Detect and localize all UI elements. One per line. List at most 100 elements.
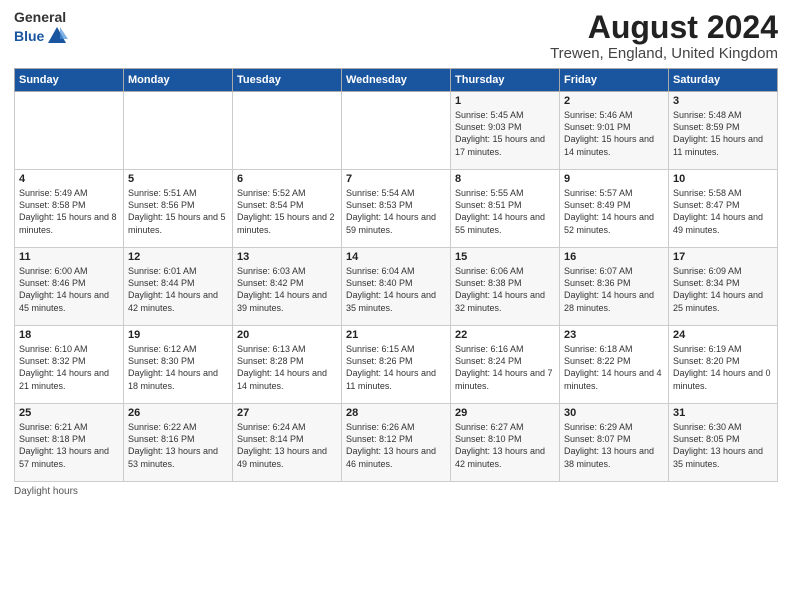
footer-note: Daylight hours [14, 486, 778, 497]
calendar-cell: 17Sunrise: 6:09 AM Sunset: 8:34 PM Dayli… [669, 248, 778, 326]
day-number: 11 [19, 251, 119, 263]
day-number: 6 [237, 173, 337, 185]
calendar-day-header: Tuesday [233, 69, 342, 92]
day-content: Sunrise: 6:13 AM Sunset: 8:28 PM Dayligh… [237, 343, 337, 392]
calendar-cell: 26 Sunrise: 6:22 AM Sunset: 8:16 PM Dayli… [124, 404, 233, 482]
day-number: 7 [346, 173, 446, 185]
day-number: 1 [455, 95, 555, 107]
day-number: 24 [673, 329, 773, 341]
calendar-week-row: 1Sunrise: 5:45 AM Sunset: 9:03 PM Daylig… [15, 92, 778, 170]
day-number: 5 [128, 173, 228, 185]
calendar-day-header: Friday [560, 69, 669, 92]
calendar-week-row: 4Sunrise: 5:49 AM Sunset: 8:58 PM Daylig… [15, 170, 778, 248]
day-content: Sunrise: 6:07 AM Sunset: 8:36 PM Dayligh… [564, 265, 664, 314]
day-content: Sunrise: 5:51 AM Sunset: 8:56 PM Dayligh… [128, 187, 228, 236]
calendar-cell: 13 Sunrise: 6:03 AM Sunset: 8:42 PM Dayli… [233, 248, 342, 326]
calendar-cell: 28 Sunrise: 6:26 AM Sunset: 8:12 PM Dayli… [342, 404, 451, 482]
day-number: 31 [673, 407, 773, 419]
day-number: 13 [237, 251, 337, 263]
calendar-week-row: 25 Sunrise: 6:21 AM Sunset: 8:18 PM Dayli… [15, 404, 778, 482]
calendar-cell: 29Sunrise: 6:27 AM Sunset: 8:10 PM Dayli… [451, 404, 560, 482]
day-number: 12 [128, 251, 228, 263]
calendar-cell: 4Sunrise: 5:49 AM Sunset: 8:58 PM Daylig… [15, 170, 124, 248]
calendar-cell: 15 Sunrise: 6:06 AM Sunset: 8:38 PM Dayli… [451, 248, 560, 326]
day-content: Sunrise: 6:00 AM Sunset: 8:46 PM Dayligh… [19, 265, 119, 314]
main-title: August 2024 [550, 10, 778, 45]
day-number: 15 [455, 251, 555, 263]
calendar-cell: 5 Sunrise: 5:51 AM Sunset: 8:56 PM Daylig… [124, 170, 233, 248]
day-content: Sunrise: 6:09 AM Sunset: 8:34 PM Dayligh… [673, 265, 773, 314]
day-number: 25 [19, 407, 119, 419]
title-block: August 2024 Trewen, England, United King… [550, 10, 778, 62]
day-content: Sunrise: 6:21 AM Sunset: 8:18 PM Dayligh… [19, 421, 119, 470]
day-number: 8 [455, 173, 555, 185]
calendar-week-row: 11 Sunrise: 6:00 AM Sunset: 8:46 PM Dayli… [15, 248, 778, 326]
day-content: Sunrise: 6:26 AM Sunset: 8:12 PM Dayligh… [346, 421, 446, 470]
calendar-body: 1Sunrise: 5:45 AM Sunset: 9:03 PM Daylig… [15, 92, 778, 482]
day-number: 10 [673, 173, 773, 185]
calendar-cell: 11 Sunrise: 6:00 AM Sunset: 8:46 PM Dayli… [15, 248, 124, 326]
day-content: Sunrise: 6:29 AM Sunset: 8:07 PM Dayligh… [564, 421, 664, 470]
day-number: 28 [346, 407, 446, 419]
calendar-cell: 22Sunrise: 6:16 AM Sunset: 8:24 PM Dayli… [451, 326, 560, 404]
calendar-cell: 6Sunrise: 5:52 AM Sunset: 8:54 PM Daylig… [233, 170, 342, 248]
day-number: 21 [346, 329, 446, 341]
calendar-cell: 8 Sunrise: 5:55 AM Sunset: 8:51 PM Daylig… [451, 170, 560, 248]
calendar-header-row: SundayMondayTuesdayWednesdayThursdayFrid… [15, 69, 778, 92]
calendar-cell: 20Sunrise: 6:13 AM Sunset: 8:28 PM Dayli… [233, 326, 342, 404]
day-content: Sunrise: 5:54 AM Sunset: 8:53 PM Dayligh… [346, 187, 446, 236]
calendar-cell [124, 92, 233, 170]
day-content: Sunrise: 6:03 AM Sunset: 8:42 PM Dayligh… [237, 265, 337, 314]
calendar-cell: 18Sunrise: 6:10 AM Sunset: 8:32 PM Dayli… [15, 326, 124, 404]
calendar-cell [15, 92, 124, 170]
day-content: Sunrise: 6:01 AM Sunset: 8:44 PM Dayligh… [128, 265, 228, 314]
day-content: Sunrise: 6:18 AM Sunset: 8:22 PM Dayligh… [564, 343, 664, 392]
header: General Blue August 2024 Trewen, England… [14, 10, 778, 62]
day-number: 4 [19, 173, 119, 185]
calendar-cell: 27Sunrise: 6:24 AM Sunset: 8:14 PM Dayli… [233, 404, 342, 482]
day-number: 9 [564, 173, 664, 185]
day-number: 18 [19, 329, 119, 341]
day-number: 30 [564, 407, 664, 419]
calendar-cell: 1Sunrise: 5:45 AM Sunset: 9:03 PM Daylig… [451, 92, 560, 170]
calendar-day-header: Thursday [451, 69, 560, 92]
calendar-cell: 21 Sunrise: 6:15 AM Sunset: 8:26 PM Dayli… [342, 326, 451, 404]
day-content: Sunrise: 6:15 AM Sunset: 8:26 PM Dayligh… [346, 343, 446, 392]
logo: General Blue [14, 10, 68, 47]
day-number: 16 [564, 251, 664, 263]
day-content: Sunrise: 5:57 AM Sunset: 8:49 PM Dayligh… [564, 187, 664, 236]
day-number: 26 [128, 407, 228, 419]
calendar-cell [233, 92, 342, 170]
calendar-week-row: 18Sunrise: 6:10 AM Sunset: 8:32 PM Dayli… [15, 326, 778, 404]
day-content: Sunrise: 5:55 AM Sunset: 8:51 PM Dayligh… [455, 187, 555, 236]
day-content: Sunrise: 6:22 AM Sunset: 8:16 PM Dayligh… [128, 421, 228, 470]
calendar-cell: 12 Sunrise: 6:01 AM Sunset: 8:44 PM Dayli… [124, 248, 233, 326]
day-content: Sunrise: 5:48 AM Sunset: 8:59 PM Dayligh… [673, 109, 773, 158]
day-number: 19 [128, 329, 228, 341]
day-number: 2 [564, 95, 664, 107]
calendar-day-header: Wednesday [342, 69, 451, 92]
subtitle: Trewen, England, United Kingdom [550, 45, 778, 62]
calendar-cell: 19Sunrise: 6:12 AM Sunset: 8:30 PM Dayli… [124, 326, 233, 404]
day-content: Sunrise: 6:30 AM Sunset: 8:05 PM Dayligh… [673, 421, 773, 470]
day-content: Sunrise: 6:04 AM Sunset: 8:40 PM Dayligh… [346, 265, 446, 314]
calendar-cell [342, 92, 451, 170]
calendar-cell: 14 Sunrise: 6:04 AM Sunset: 8:40 PM Dayli… [342, 248, 451, 326]
calendar-cell: 7 Sunrise: 5:54 AM Sunset: 8:53 PM Daylig… [342, 170, 451, 248]
day-content: Sunrise: 6:06 AM Sunset: 8:38 PM Dayligh… [455, 265, 555, 314]
calendar-cell: 25 Sunrise: 6:21 AM Sunset: 8:18 PM Dayli… [15, 404, 124, 482]
calendar-day-header: Sunday [15, 69, 124, 92]
day-content: Sunrise: 5:58 AM Sunset: 8:47 PM Dayligh… [673, 187, 773, 236]
calendar-cell: 24 Sunrise: 6:19 AM Sunset: 8:20 PM Dayli… [669, 326, 778, 404]
day-number: 14 [346, 251, 446, 263]
calendar-cell: 9 Sunrise: 5:57 AM Sunset: 8:49 PM Daylig… [560, 170, 669, 248]
logo-blue: Blue [14, 29, 44, 44]
day-number: 23 [564, 329, 664, 341]
calendar-cell: 2Sunrise: 5:46 AM Sunset: 9:01 PM Daylig… [560, 92, 669, 170]
day-content: Sunrise: 6:19 AM Sunset: 8:20 PM Dayligh… [673, 343, 773, 392]
day-number: 3 [673, 95, 773, 107]
day-content: Sunrise: 6:16 AM Sunset: 8:24 PM Dayligh… [455, 343, 555, 392]
calendar-cell: 16 Sunrise: 6:07 AM Sunset: 8:36 PM Dayli… [560, 248, 669, 326]
calendar-cell: 23 Sunrise: 6:18 AM Sunset: 8:22 PM Dayli… [560, 326, 669, 404]
day-content: Sunrise: 6:24 AM Sunset: 8:14 PM Dayligh… [237, 421, 337, 470]
